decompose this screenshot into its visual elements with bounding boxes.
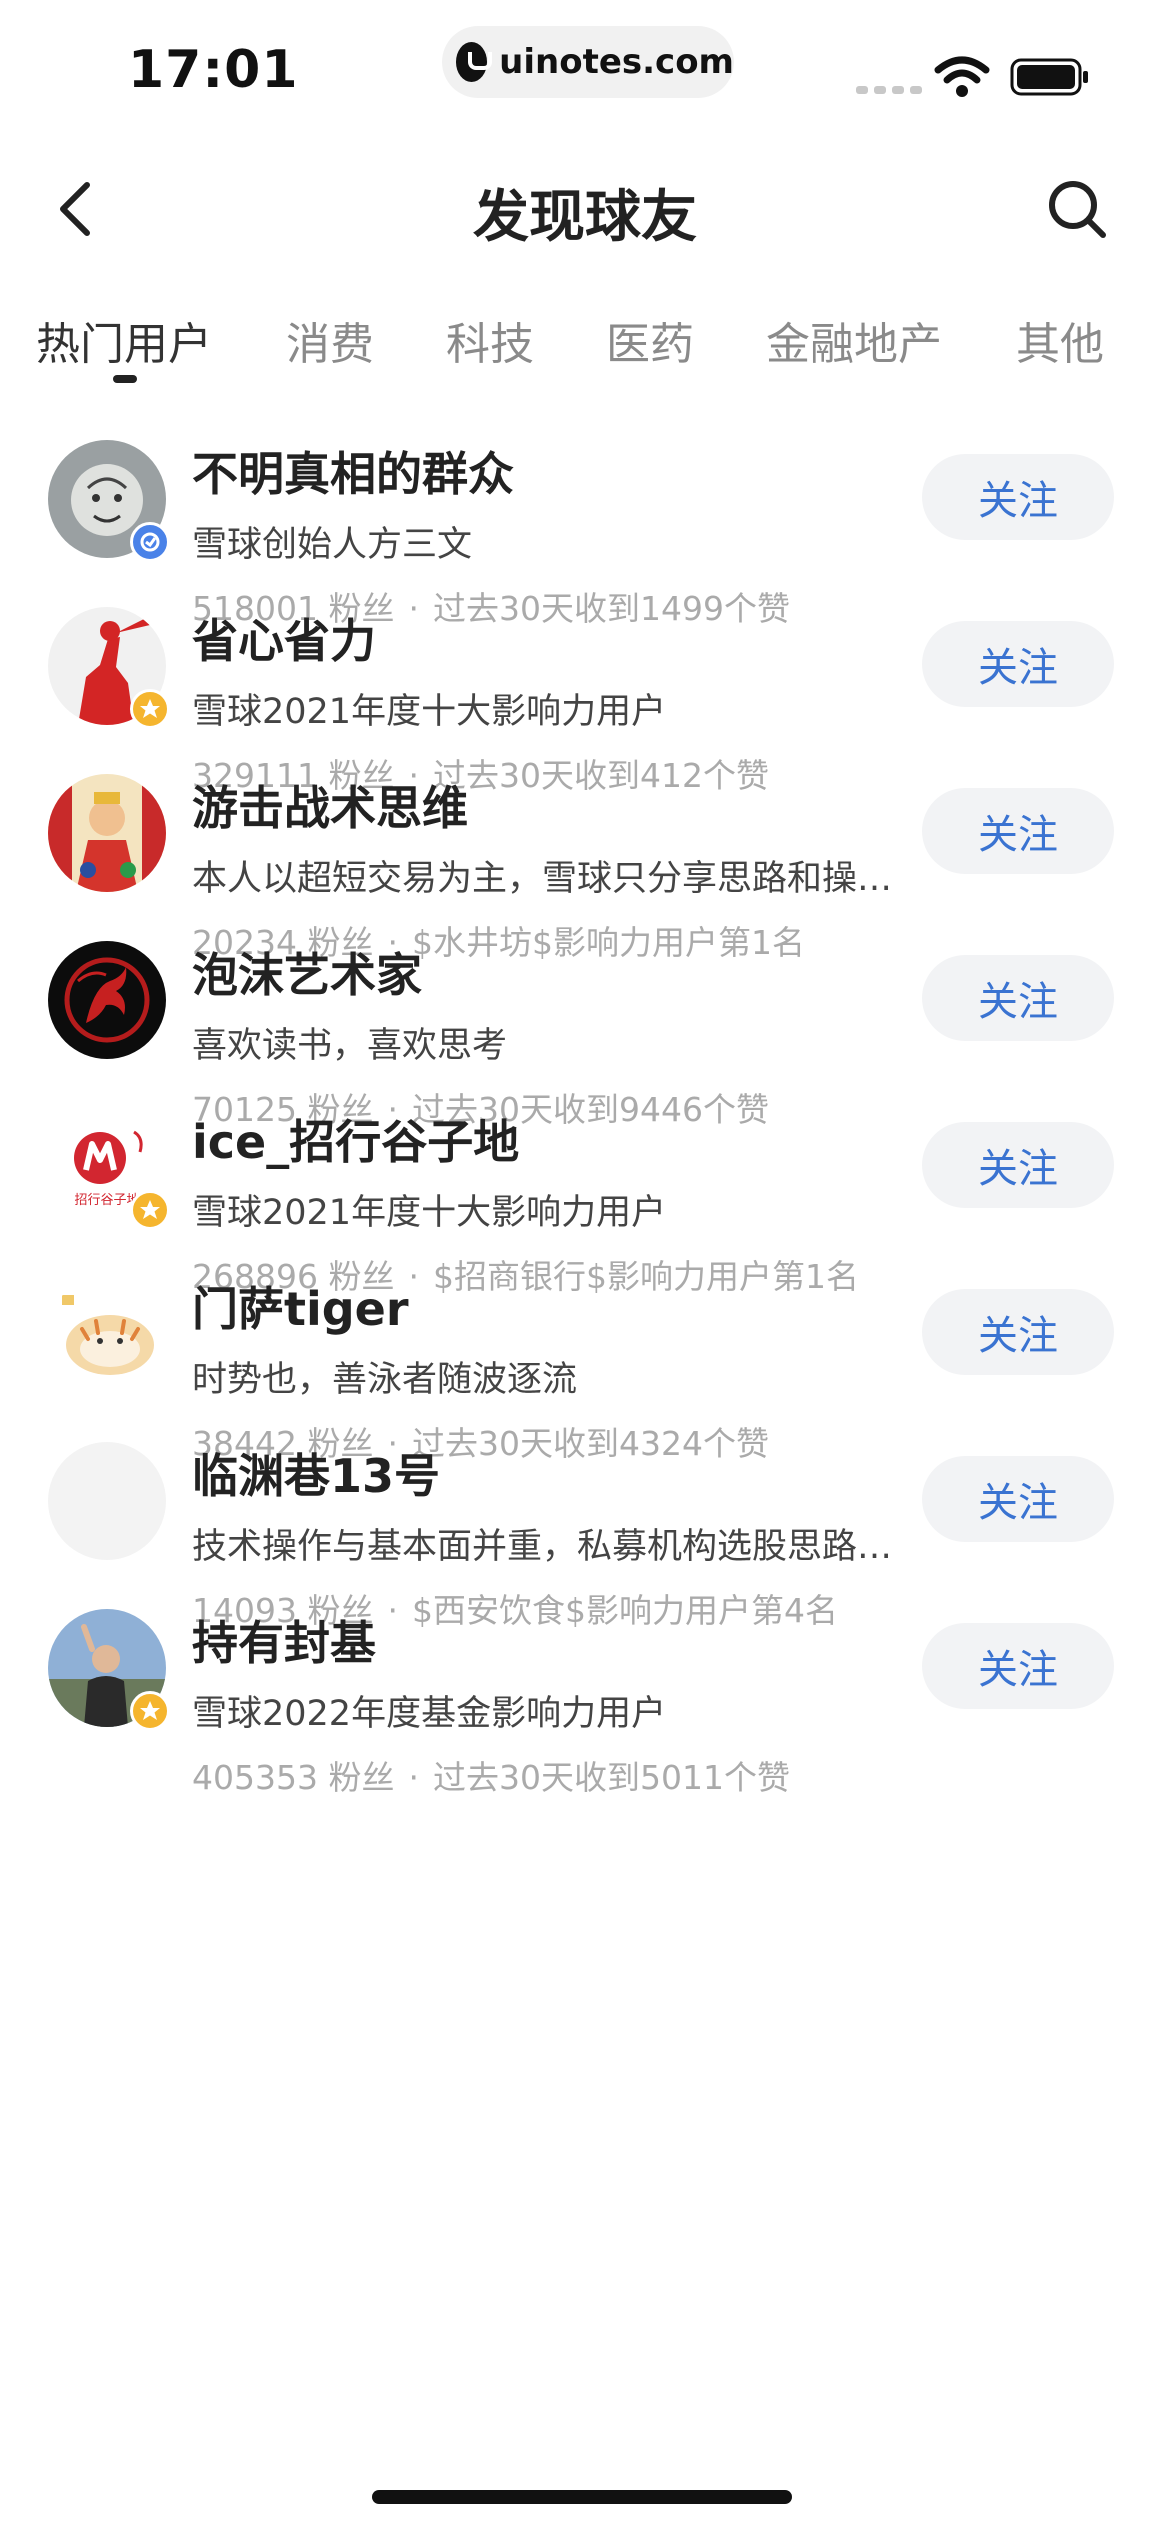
wifi-icon xyxy=(934,56,990,97)
user-name[interactable]: 省心省力 xyxy=(192,605,376,671)
user-desc: 本人以超短交易为主，雪球只分享思路和操作，不做任何推荐 xyxy=(192,859,916,899)
user-name[interactable]: ice_招行谷子地 xyxy=(192,1106,519,1172)
avatar[interactable] xyxy=(48,774,166,892)
url-pill[interactable]: uinotes.com xyxy=(442,26,734,98)
user-name[interactable]: 不明真相的群众 xyxy=(192,438,514,504)
follow-button[interactable]: 关注 xyxy=(922,955,1114,1041)
avatar[interactable] xyxy=(48,1442,166,1560)
star-badge-icon xyxy=(130,689,170,729)
fans-count: 405353 xyxy=(192,1758,318,1797)
fans-unit: 粉丝 xyxy=(328,1758,395,1797)
category-tabs: 热门用户 消费 科技 医药 金融地产 其他 xyxy=(0,290,1170,390)
search-icon xyxy=(1049,181,1106,238)
follow-button[interactable]: 关注 xyxy=(922,1289,1114,1375)
avatar[interactable] xyxy=(48,1275,166,1393)
nav-bar: 发现球友 xyxy=(0,150,1170,270)
user-meta: 过去30天收到5011个赞 xyxy=(432,1758,790,1797)
user-name[interactable]: 临渊巷13号 xyxy=(192,1440,440,1506)
follow-button[interactable]: 关注 xyxy=(922,454,1114,540)
user-desc: 雪球2021年度十大影响力用户 xyxy=(192,1193,667,1233)
home-indicator xyxy=(372,2490,792,2504)
site-logo-icon xyxy=(456,42,493,82)
user-name[interactable]: 泡沫艺术家 xyxy=(192,939,422,1005)
user-name[interactable]: 持有封基 xyxy=(192,1607,376,1673)
tab-finance-realestate[interactable]: 金融地产 xyxy=(766,308,942,372)
tab-consumer[interactable]: 消费 xyxy=(286,308,374,372)
follow-button[interactable]: 关注 xyxy=(922,1623,1114,1709)
tab-medicine[interactable]: 医药 xyxy=(606,308,694,372)
avatar[interactable] xyxy=(48,941,166,1059)
follow-button[interactable]: 关注 xyxy=(922,788,1114,874)
tab-hot-users[interactable]: 热门用户 xyxy=(36,308,212,372)
user-desc: 技术操作与基本面并重，私募机构选股思路分享 xyxy=(192,1527,916,1567)
user-desc: 时势也，善泳者随波逐流 xyxy=(192,1360,578,1400)
active-tab-indicator xyxy=(113,375,137,383)
user-stats: 405353 粉丝 · 过去30天收到5011个赞 xyxy=(192,1758,790,1797)
user-name[interactable]: 门萨tiger xyxy=(192,1273,409,1339)
follow-button[interactable]: 关注 xyxy=(922,1456,1114,1542)
follow-button[interactable]: 关注 xyxy=(922,621,1114,707)
tab-other[interactable]: 其他 xyxy=(1016,308,1104,372)
status-bar: 17:01 uinotes.com xyxy=(0,0,1170,140)
star-badge-icon xyxy=(130,1691,170,1731)
status-time: 17:01 xyxy=(128,40,299,100)
user-name[interactable]: 游击战术思维 xyxy=(192,772,468,838)
star-badge-icon xyxy=(130,1190,170,1230)
verified-badge-icon xyxy=(130,522,170,562)
tab-tech[interactable]: 科技 xyxy=(446,308,534,372)
battery-icon xyxy=(1010,58,1088,96)
user-desc: 雪球2021年度十大影响力用户 xyxy=(192,692,667,732)
cellular-signal-icon xyxy=(856,86,922,94)
user-desc: 雪球2022年度基金影响力用户 xyxy=(192,1694,667,1734)
page-title: 发现球友 xyxy=(473,185,697,250)
follow-button[interactable]: 关注 xyxy=(922,1122,1114,1208)
user-row[interactable]: 持有封基 雪球2022年度基金影响力用户 405353 粉丝 · 过去30天收到50… xyxy=(0,1569,1170,1839)
url-text: uinotes.com xyxy=(499,42,734,82)
search-button[interactable] xyxy=(1040,172,1114,246)
user-desc: 喜欢读书，喜欢思考 xyxy=(192,1026,508,1066)
user-desc: 雪球创始人方三文 xyxy=(192,525,473,565)
